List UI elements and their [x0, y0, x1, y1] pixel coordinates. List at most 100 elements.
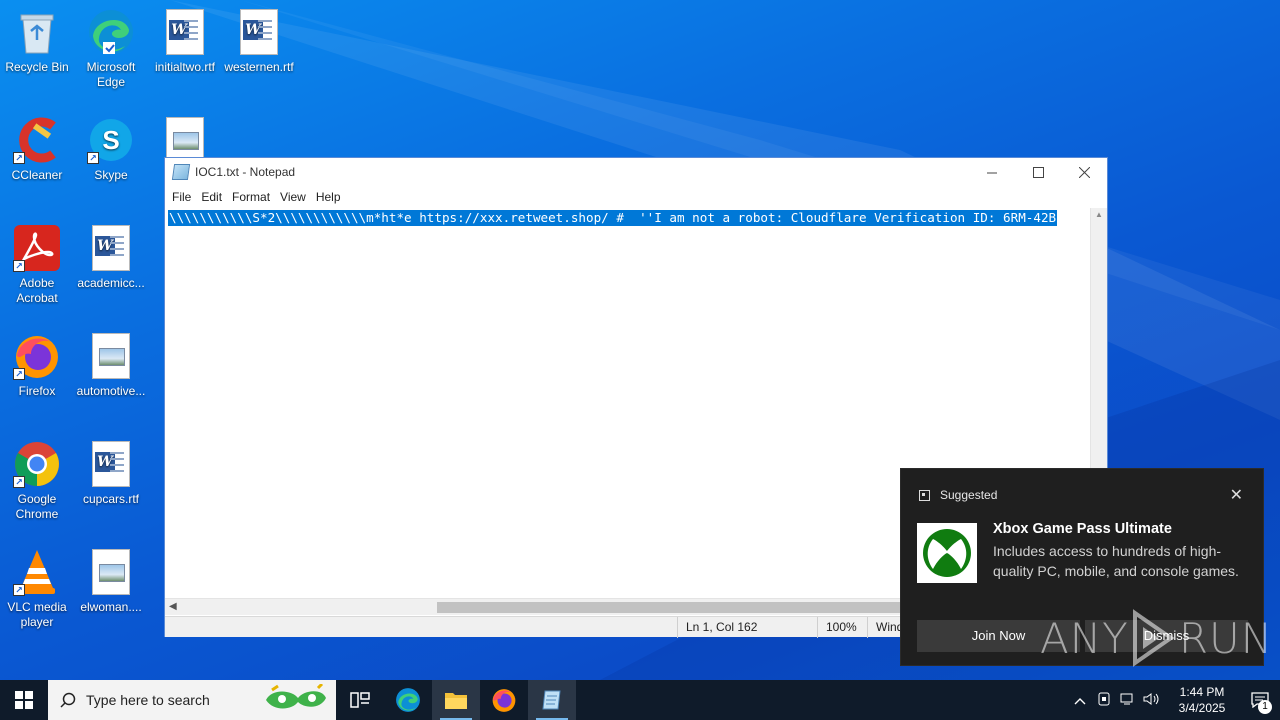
- desktop-icon-label: Google Chrome: [15, 492, 59, 521]
- desktop-icon-label: CCleaner: [11, 168, 63, 182]
- svg-text:S: S: [102, 125, 119, 155]
- windows-logo-icon: [15, 691, 33, 709]
- taskbar-edge[interactable]: [384, 680, 432, 720]
- taskbar-file-explorer[interactable]: [432, 680, 480, 720]
- watermark-left: ANY: [1040, 613, 1129, 663]
- skype-icon: S ↗: [87, 116, 135, 164]
- clock-date: 3/4/2025: [1178, 701, 1226, 715]
- word-document-icon: W: [87, 440, 135, 488]
- word-document-icon: W: [161, 8, 209, 56]
- menu-view[interactable]: View: [275, 190, 311, 204]
- close-button[interactable]: [1061, 158, 1107, 186]
- action-center-button[interactable]: 1: [1240, 680, 1280, 720]
- desktop-icon-label: VLC media player: [7, 600, 67, 629]
- status-cursor-position: Ln 1, Col 162: [677, 617, 817, 638]
- suggested-icon: [919, 489, 930, 501]
- taskbar-search-box[interactable]: Type here to search: [48, 680, 336, 720]
- menu-format[interactable]: Format: [227, 190, 275, 204]
- chrome-icon: ↗: [13, 440, 61, 488]
- status-zoom: 100%: [817, 617, 867, 638]
- notepad-icon: [171, 164, 191, 180]
- firefox-icon: [492, 689, 516, 712]
- desktop-icon-cupcars[interactable]: W cupcars.rtf: [74, 440, 148, 507]
- search-highlight-mask-icon: [266, 684, 326, 709]
- desktop-icon-vlc[interactable]: ↗ VLC media player: [0, 548, 74, 630]
- taskbar-clock[interactable]: 1:44 PM 3/4/2025: [1164, 684, 1240, 716]
- task-view-button[interactable]: [336, 680, 384, 720]
- notepad-title: IOC1.txt - Notepad: [195, 165, 296, 179]
- desktop-icon-initialtwo[interactable]: W initialtwo.rtf: [148, 8, 222, 75]
- edge-icon: [396, 688, 420, 712]
- desktop-icon-acrobat[interactable]: ↗ Adobe Acrobat: [0, 224, 74, 306]
- toast-header-label: Suggested: [940, 488, 998, 502]
- close-icon: [1078, 166, 1090, 178]
- vlc-icon: ↗: [13, 548, 61, 596]
- toast-title: Xbox Game Pass Ultimate: [993, 521, 1172, 537]
- network-icon[interactable]: [1116, 692, 1140, 709]
- menu-edit[interactable]: Edit: [196, 190, 227, 204]
- ccleaner-icon: ↗: [13, 116, 61, 164]
- selected-text-line[interactable]: \\\\\\\\\\\S*2\\\\\\\\\\\\m*ht*e https:/…: [168, 210, 1058, 226]
- watermark-right: RUN: [1178, 613, 1274, 663]
- horizontal-scroll-thumb[interactable]: [437, 602, 907, 613]
- play-logo-icon: [1132, 609, 1175, 667]
- desktop-icon-label: Microsoft Edge: [86, 60, 136, 89]
- desktop-icon-label: westernen.rtf: [224, 60, 294, 74]
- word-document-icon: W: [235, 8, 283, 56]
- system-tray: 1:44 PM 3/4/2025 1: [1068, 680, 1280, 720]
- desktop-icon-label: automotive...: [76, 384, 146, 398]
- edge-icon: [87, 8, 135, 56]
- notepad-menu-bar: File Edit Format View Help: [165, 186, 1107, 208]
- scroll-left-icon[interactable]: ◀: [169, 601, 177, 612]
- desktop-icon-label: initialtwo.rtf: [154, 60, 216, 74]
- search-icon: [60, 692, 76, 708]
- maximize-button[interactable]: [1015, 158, 1061, 186]
- desktop-icon-skype[interactable]: S ↗ Skype: [74, 116, 148, 183]
- file-explorer-icon: [445, 693, 467, 709]
- desktop-icon-label: academicc...: [77, 276, 145, 290]
- desktop-icon-automotive[interactable]: automotive...: [74, 332, 148, 399]
- toast-header: Suggested: [919, 488, 997, 502]
- toast-close-icon[interactable]: ✕: [1230, 485, 1243, 505]
- notepad-icon: [542, 690, 561, 710]
- desktop-icon-recycle-bin[interactable]: Recycle Bin: [0, 8, 74, 75]
- minimize-button[interactable]: [969, 158, 1015, 186]
- desktop-icon-firefox[interactable]: ↗ Firefox: [0, 332, 74, 399]
- desktop-icon-label: Adobe Acrobat: [16, 276, 58, 305]
- desktop-icon-chrome[interactable]: ↗ Google Chrome: [0, 440, 74, 522]
- desktop-icon-edge[interactable]: Microsoft Edge: [74, 8, 148, 90]
- taskbar-firefox[interactable]: [480, 680, 528, 720]
- word-document-icon: W: [87, 224, 135, 272]
- anyrun-watermark: ANY RUN: [1040, 608, 1273, 668]
- desktop-icon-label: cupcars.rtf: [82, 492, 139, 506]
- firefox-icon: ↗: [13, 332, 61, 380]
- device-icon[interactable]: [1092, 692, 1116, 709]
- notepad-title-bar[interactable]: IOC1.txt - Notepad: [165, 158, 1107, 186]
- acrobat-icon: ↗: [13, 224, 61, 272]
- xbox-icon: [917, 523, 977, 583]
- taskbar-notepad[interactable]: [528, 680, 576, 720]
- start-button[interactable]: [0, 680, 48, 720]
- desktop-icon-westernen[interactable]: W westernen.rtf: [222, 8, 296, 75]
- menu-file[interactable]: File: [167, 190, 196, 204]
- desktop-icon-label: elwoman....: [80, 600, 142, 614]
- minimize-icon: [986, 172, 997, 173]
- show-hidden-icons-chevron-icon[interactable]: [1068, 693, 1092, 708]
- menu-help[interactable]: Help: [311, 190, 346, 204]
- scroll-up-icon[interactable]: ▲: [1095, 210, 1103, 219]
- search-placeholder: Type here to search: [86, 692, 210, 708]
- task-view-icon: [350, 692, 370, 708]
- maximize-icon: [1032, 166, 1044, 178]
- desktop-icon-label: Firefox: [18, 384, 56, 398]
- taskbar: Type here to search 1:44 PM 3/4/2025 1: [0, 680, 1280, 720]
- clock-time: 1:44 PM: [1179, 685, 1225, 699]
- desktop-icon-label: Recycle Bin: [5, 60, 69, 74]
- desktop-icon-elwoman[interactable]: elwoman....: [74, 548, 148, 615]
- desktop-icon-ccleaner[interactable]: ↗ CCleaner: [0, 116, 74, 183]
- desktop-icon-academicc[interactable]: W academicc...: [74, 224, 148, 291]
- image-file-icon: [87, 548, 135, 596]
- volume-icon[interactable]: [1140, 692, 1164, 709]
- notification-count-badge: 1: [1258, 700, 1272, 714]
- desktop-icon-label: Skype: [94, 168, 128, 182]
- image-file-icon: [87, 332, 135, 380]
